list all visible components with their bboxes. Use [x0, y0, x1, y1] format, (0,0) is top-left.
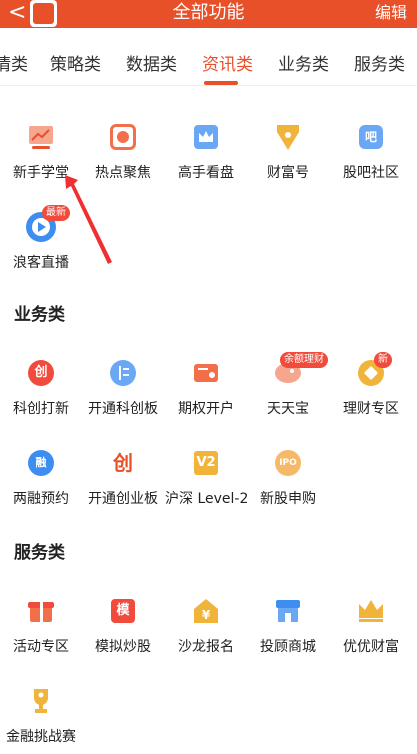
item-open-star-board[interactable]: 开通科创板	[82, 358, 164, 418]
item-option-account[interactable]: 期权开户	[165, 358, 247, 418]
item-label: 开通创业板	[88, 491, 158, 507]
annotation-arrow	[65, 175, 112, 264]
trophy-icon	[26, 686, 56, 716]
category-tabs: 情类 策略类 数据类 资讯类 业务类 服务类	[0, 28, 417, 86]
item-label: 优优财富	[343, 639, 399, 655]
simulate-icon: 模	[108, 596, 138, 626]
level2-icon: V2	[191, 448, 221, 478]
item-simulated-trading[interactable]: 模 模拟炒股	[82, 596, 164, 656]
item-open-growth-board[interactable]: 创 开通创业板	[82, 448, 164, 508]
item-label: 投顾商城	[260, 639, 316, 655]
top-bar: < 全部功能 编辑	[0, 0, 417, 28]
gift-icon	[26, 596, 56, 626]
item-wealth-zone[interactable]: 理财专区	[330, 358, 412, 418]
pen-nib-icon	[273, 122, 303, 152]
item-advisor-mall[interactable]: 投顾商城	[247, 596, 329, 656]
growth-board-icon: 创	[113, 451, 133, 475]
item-label: 模拟炒股	[95, 639, 151, 655]
item-star-ipo[interactable]: 创 科创打新	[0, 358, 82, 418]
store-icon	[273, 596, 303, 626]
item-label: 理财专区	[343, 401, 399, 417]
chart-monitor-icon	[26, 122, 56, 152]
item-finance-challenge[interactable]: 金融挑战赛	[0, 686, 82, 746]
tab-market[interactable]: 情类	[0, 50, 28, 75]
active-tab-indicator	[204, 81, 238, 85]
item-youyou-wealth[interactable]: 优优财富	[330, 596, 412, 656]
margin-icon: 融	[26, 448, 56, 478]
item-label: 沪深 Level-2	[165, 491, 249, 507]
item-margin-reserve[interactable]: 融 两融预约	[0, 448, 82, 508]
certificate-icon	[191, 358, 221, 388]
item-label: 科创打新	[13, 401, 69, 417]
item-label: 高手看盘	[178, 165, 234, 181]
item-label: 活动专区	[13, 639, 69, 655]
crown-icon	[356, 596, 386, 626]
item-label: 两融预约	[13, 491, 69, 507]
item-new-share-subscribe[interactable]: IPO 新股申购	[247, 448, 329, 508]
item-label: 天天宝	[267, 401, 309, 417]
tab-service[interactable]: 服务类	[354, 50, 405, 75]
tab-news[interactable]: 资讯类	[202, 50, 253, 75]
item-expert-view[interactable]: 高手看盘	[165, 122, 247, 182]
section-title-business: 业务类	[14, 305, 65, 325]
new-badge: 新	[374, 352, 392, 368]
board-open-icon	[108, 358, 138, 388]
item-label: 财富号	[267, 165, 309, 181]
item-label: 新股申购	[260, 491, 316, 507]
star-innovation-icon: 创	[26, 358, 56, 388]
item-label: 开通科创板	[88, 401, 158, 417]
item-forum[interactable]: 吧 股吧社区	[330, 122, 412, 182]
tab-strategy[interactable]: 策略类	[50, 50, 101, 75]
tab-data[interactable]: 数据类	[126, 50, 177, 75]
item-salon-signup[interactable]: ¥ 沙龙报名	[165, 596, 247, 656]
edit-button[interactable]: 编辑	[375, 3, 407, 23]
item-fortune-account[interactable]: 财富号	[247, 122, 329, 182]
item-label: 沙龙报名	[178, 639, 234, 655]
chat-bubble-icon: 吧	[356, 122, 386, 152]
ipo-icon: IPO	[273, 448, 303, 478]
crown-box-icon	[191, 122, 221, 152]
balance-finance-badge: 余额理财	[280, 352, 328, 368]
page-title: 全部功能	[172, 2, 245, 23]
item-label: 期权开户	[178, 401, 234, 417]
item-activity-zone[interactable]: 活动专区	[0, 596, 82, 656]
item-label: 金融挑战赛	[6, 729, 76, 745]
tab-business[interactable]: 业务类	[278, 50, 329, 75]
section-title-service: 服务类	[14, 543, 65, 563]
item-label: 股吧社区	[343, 165, 399, 181]
focus-target-icon	[108, 122, 138, 152]
item-level2[interactable]: V2 沪深 Level-2	[165, 448, 249, 508]
salon-house-icon: ¥	[191, 596, 221, 626]
